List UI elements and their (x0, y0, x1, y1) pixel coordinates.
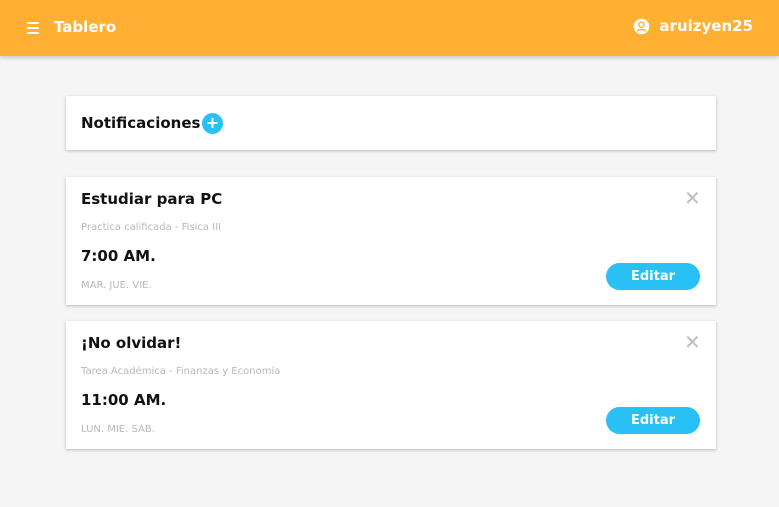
task-card: ¡No olvidar! Tarea Académica - Finanzas … (66, 321, 716, 449)
task-subtitle: Practica calificada - Fisica III (81, 222, 222, 233)
task-card: Estudiar para PC Practica calificada - F… (66, 177, 716, 305)
hamburger-icon[interactable] (25, 19, 43, 37)
add-notification-button[interactable]: + (202, 113, 223, 134)
page-title: Tablero (54, 18, 117, 36)
task-title: ¡No olvidar! (81, 334, 182, 352)
edit-button[interactable]: Editar (606, 263, 700, 290)
menu-line (27, 27, 39, 29)
top-app-bar: Tablero aruizyen25 (0, 0, 779, 56)
task-title: Estudiar para PC (81, 190, 223, 208)
menu-line (27, 22, 39, 24)
task-days: LUN. MIE. SAB. (81, 424, 155, 435)
notifications-card: Notificaciones + (66, 96, 716, 150)
user-circle-icon (634, 18, 650, 34)
task-subtitle: Tarea Académica - Finanzas y Economía (81, 366, 281, 377)
username-label: aruizyen25 (659, 17, 753, 35)
task-time: 7:00 AM. (81, 247, 156, 265)
notifications-title: Notificaciones (81, 114, 201, 132)
user-menu[interactable]: aruizyen25 (633, 17, 753, 35)
edit-button[interactable]: Editar (606, 407, 700, 434)
close-icon[interactable]: ✕ (684, 188, 701, 208)
menu-line (27, 32, 39, 34)
task-time: 11:00 AM. (81, 391, 167, 409)
close-icon[interactable]: ✕ (684, 332, 701, 352)
task-days: MAR. JUE. VIE. (81, 280, 152, 291)
